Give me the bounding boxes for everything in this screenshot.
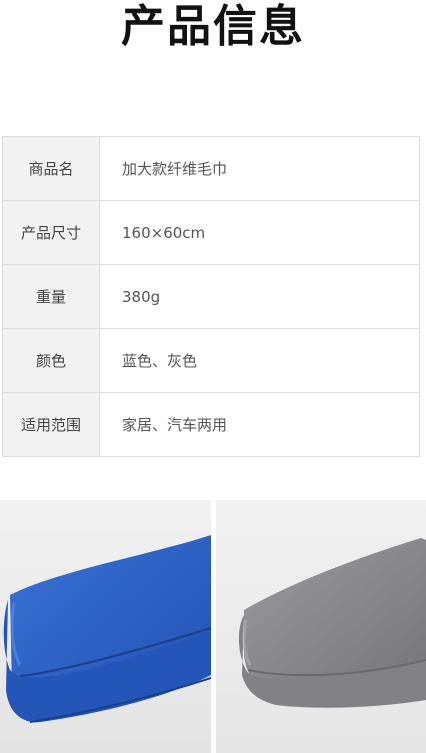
spec-row-size: 产品尺寸 160×60cm <box>2 200 420 265</box>
spec-label: 产品尺寸 <box>2 200 100 265</box>
spec-value: 加大款纤维毛巾 <box>99 136 420 201</box>
page-title: 产品信息 <box>121 1 305 52</box>
spec-table: 商品名 加大款纤维毛巾 产品尺寸 160×60cm 重量 380g 颜色 蓝色、… <box>2 136 420 457</box>
spec-row-color: 颜色 蓝色、灰色 <box>2 328 420 393</box>
spec-label: 商品名 <box>2 136 100 201</box>
spec-row-usage: 适用范围 家居、汽车两用 <box>2 392 420 457</box>
spec-label: 重量 <box>2 264 100 329</box>
spec-row-name: 商品名 加大款纤维毛巾 <box>2 136 420 201</box>
spec-row-weight: 重量 380g <box>2 264 420 329</box>
spec-label: 颜色 <box>2 328 100 393</box>
gray-towel-photo <box>216 500 426 753</box>
spec-value: 蓝色、灰色 <box>99 328 420 393</box>
spec-value: 家居、汽车两用 <box>99 392 420 457</box>
spec-label: 适用范围 <box>2 392 100 457</box>
spec-value: 160×60cm <box>99 200 420 265</box>
spec-value: 380g <box>99 264 420 329</box>
blue-towel-photo <box>0 500 211 753</box>
